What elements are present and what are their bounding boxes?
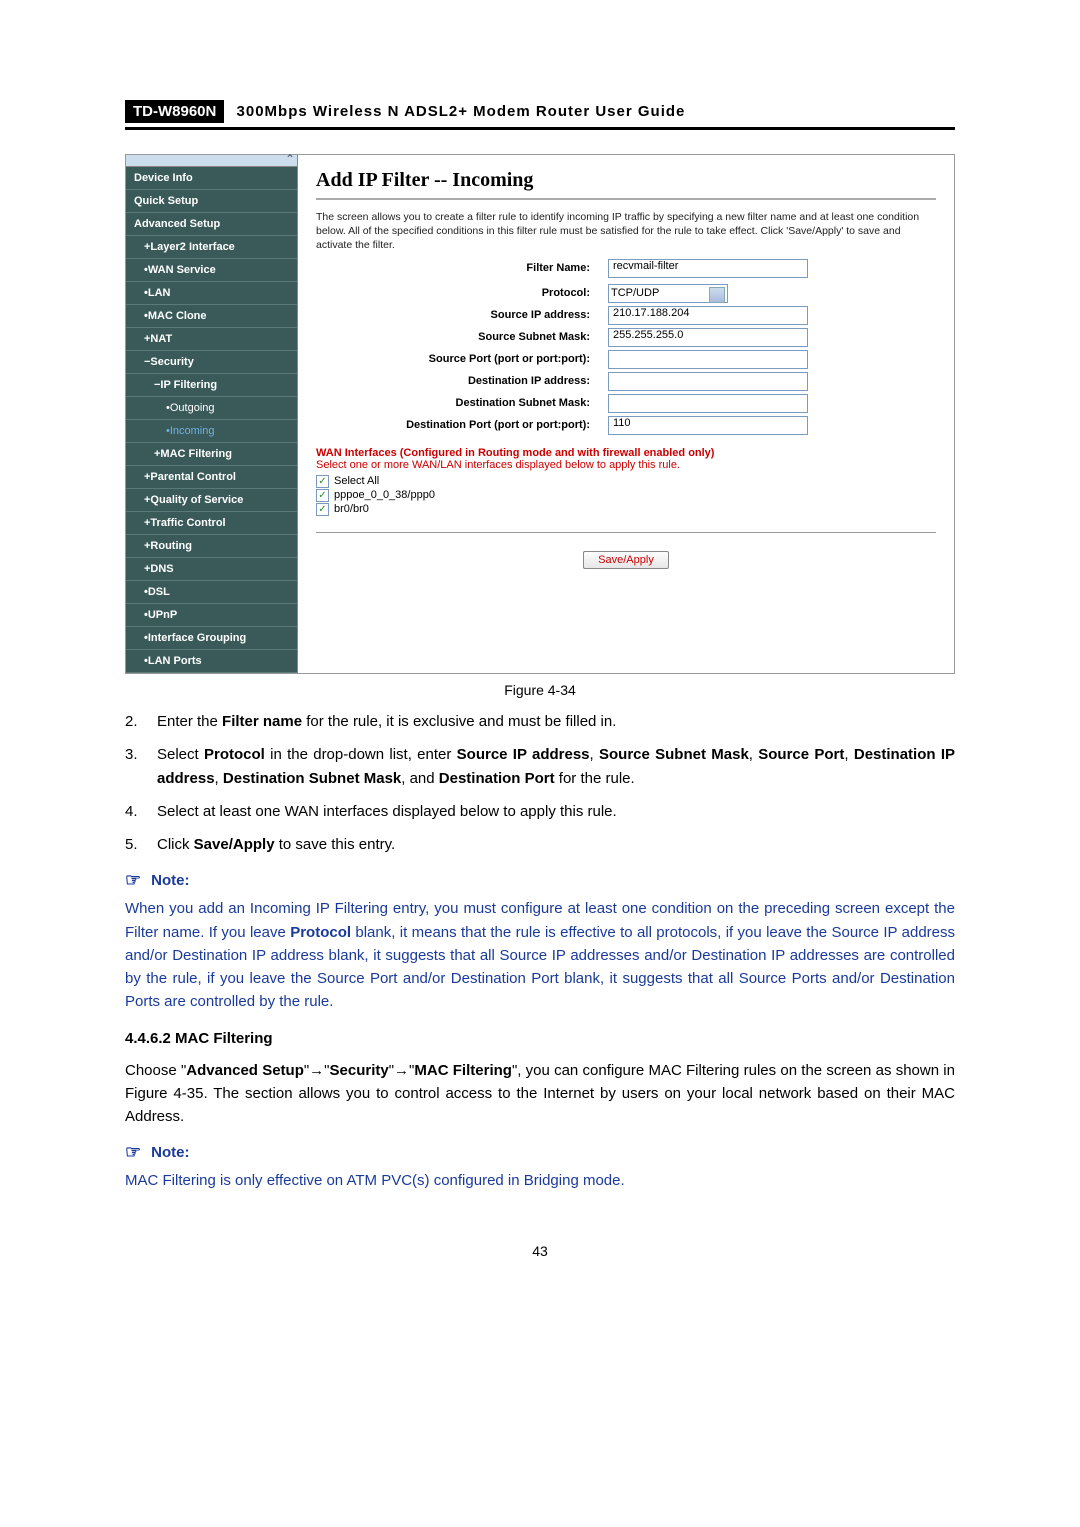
header-rule [125, 127, 955, 130]
nav-qos[interactable]: +Quality of Service [126, 489, 297, 512]
nav-dns[interactable]: +DNS [126, 558, 297, 581]
step-num-3: 3. [125, 743, 157, 790]
guide-title: 300Mbps Wireless N ADSL2+ Modem Router U… [229, 103, 686, 120]
scroll-up-icon[interactable] [126, 155, 297, 167]
wan-heading: WAN Interfaces (Configured in Routing mo… [316, 447, 936, 459]
nav-outgoing[interactable]: •Outgoing [126, 397, 297, 420]
check-select-all-row: ✓ Select All [316, 475, 936, 488]
nav-wan-service[interactable]: •WAN Service [126, 259, 297, 282]
figure-caption: Figure 4-34 [125, 682, 955, 698]
hand-icon: ☞ [125, 870, 141, 891]
nav-nat[interactable]: +NAT [126, 328, 297, 351]
page-header: TD-W8960N 300Mbps Wireless N ADSL2+ Mode… [125, 100, 955, 127]
section-heading: 4.4.6.2 MAC Filtering [125, 1030, 955, 1047]
check-label-pppoe: pppoe_0_0_38/ppp0 [334, 489, 435, 501]
label-protocol: Protocol: [316, 287, 608, 299]
panel-heading: Add IP Filter -- Incoming [316, 169, 936, 192]
note-heading-2: ☞ Note: [125, 1142, 955, 1163]
label-src-ip: Source IP address: [316, 309, 608, 321]
section-paragraph: Choose "Advanced Setup"→"Security"→"MAC … [125, 1059, 955, 1129]
step-num-5: 5. [125, 833, 157, 856]
input-src-ip[interactable]: 210.17.188.204 [608, 306, 808, 325]
nav-interface-grouping[interactable]: •Interface Grouping [126, 627, 297, 650]
nav-routing[interactable]: +Routing [126, 535, 297, 558]
nav-dsl[interactable]: •DSL [126, 581, 297, 604]
note-body-2: MAC Filtering is only effective on ATM P… [125, 1169, 955, 1192]
label-dst-mask: Destination Subnet Mask: [316, 397, 608, 409]
wan-subtext: Select one or more WAN/LAN interfaces di… [316, 459, 936, 471]
panel-blurb: The screen allows you to create a filter… [316, 210, 936, 253]
sidebar: Device Info Quick Setup Advanced Setup +… [126, 155, 298, 673]
hand-icon: ☞ [125, 1142, 141, 1163]
model-badge: TD-W8960N [125, 100, 224, 123]
note-body-1: When you add an Incoming IP Filtering en… [125, 897, 955, 1013]
nav-advanced-setup[interactable]: Advanced Setup [126, 213, 297, 236]
step-text-4: Select at least one WAN interfaces displ… [157, 800, 955, 823]
check-label-br0: br0/br0 [334, 503, 369, 515]
checkbox-br0[interactable]: ✓ [316, 503, 329, 516]
content-panel: Add IP Filter -- Incoming The screen all… [298, 155, 954, 673]
step-num-2: 2. [125, 710, 157, 733]
label-dst-port: Destination Port (port or port:port): [316, 419, 608, 431]
divider [316, 198, 936, 200]
select-protocol-value: TCP/UDP [611, 287, 659, 299]
nav-mac-filtering[interactable]: +MAC Filtering [126, 443, 297, 466]
step-text-3: Select Protocol in the drop-down list, e… [157, 743, 955, 790]
router-screenshot: Device Info Quick Setup Advanced Setup +… [125, 154, 955, 674]
step-num-4: 4. [125, 800, 157, 823]
nav-quick-setup[interactable]: Quick Setup [126, 190, 297, 213]
check-pppoe-row: ✓ pppoe_0_0_38/ppp0 [316, 489, 936, 502]
nav-ip-filtering[interactable]: −IP Filtering [126, 374, 297, 397]
input-dst-port[interactable]: 110 [608, 416, 808, 435]
page-number: 43 [125, 1243, 955, 1259]
label-src-port: Source Port (port or port:port): [316, 353, 608, 365]
note-label-2: Note: [151, 1144, 189, 1161]
nav-upnp[interactable]: •UPnP [126, 604, 297, 627]
step-text-5: Click Save/Apply to save this entry. [157, 833, 955, 856]
note-label-1: Note: [151, 872, 189, 889]
input-src-port[interactable] [608, 350, 808, 369]
check-br0-row: ✓ br0/br0 [316, 503, 936, 516]
input-src-mask[interactable]: 255.255.255.0 [608, 328, 808, 347]
input-dst-ip[interactable] [608, 372, 808, 391]
nav-layer2[interactable]: +Layer2 Interface [126, 236, 297, 259]
input-dst-mask[interactable] [608, 394, 808, 413]
divider-bottom [316, 532, 936, 533]
instruction-list: 2. Enter the Filter name for the rule, i… [125, 710, 955, 856]
check-label-select-all: Select All [334, 475, 379, 487]
note-heading-1: ☞ Note: [125, 870, 955, 891]
nav-lan[interactable]: •LAN [126, 282, 297, 305]
nav-lan-ports[interactable]: •LAN Ports [126, 650, 297, 673]
label-dst-ip: Destination IP address: [316, 375, 608, 387]
nav-mac-clone[interactable]: •MAC Clone [126, 305, 297, 328]
label-src-mask: Source Subnet Mask: [316, 331, 608, 343]
checkbox-pppoe[interactable]: ✓ [316, 489, 329, 502]
nav-parental[interactable]: +Parental Control [126, 466, 297, 489]
nav-incoming[interactable]: •Incoming [126, 420, 297, 443]
label-filter-name: Filter Name: [316, 262, 608, 274]
select-protocol[interactable]: TCP/UDP [608, 284, 728, 303]
input-filter-name[interactable]: recvmail-filter [608, 259, 808, 278]
nav-security[interactable]: −Security [126, 351, 297, 374]
checkbox-select-all[interactable]: ✓ [316, 475, 329, 488]
nav-traffic[interactable]: +Traffic Control [126, 512, 297, 535]
nav-device-info[interactable]: Device Info [126, 167, 297, 190]
step-text-2: Enter the Filter name for the rule, it i… [157, 710, 955, 733]
save-apply-button[interactable]: Save/Apply [583, 551, 669, 569]
